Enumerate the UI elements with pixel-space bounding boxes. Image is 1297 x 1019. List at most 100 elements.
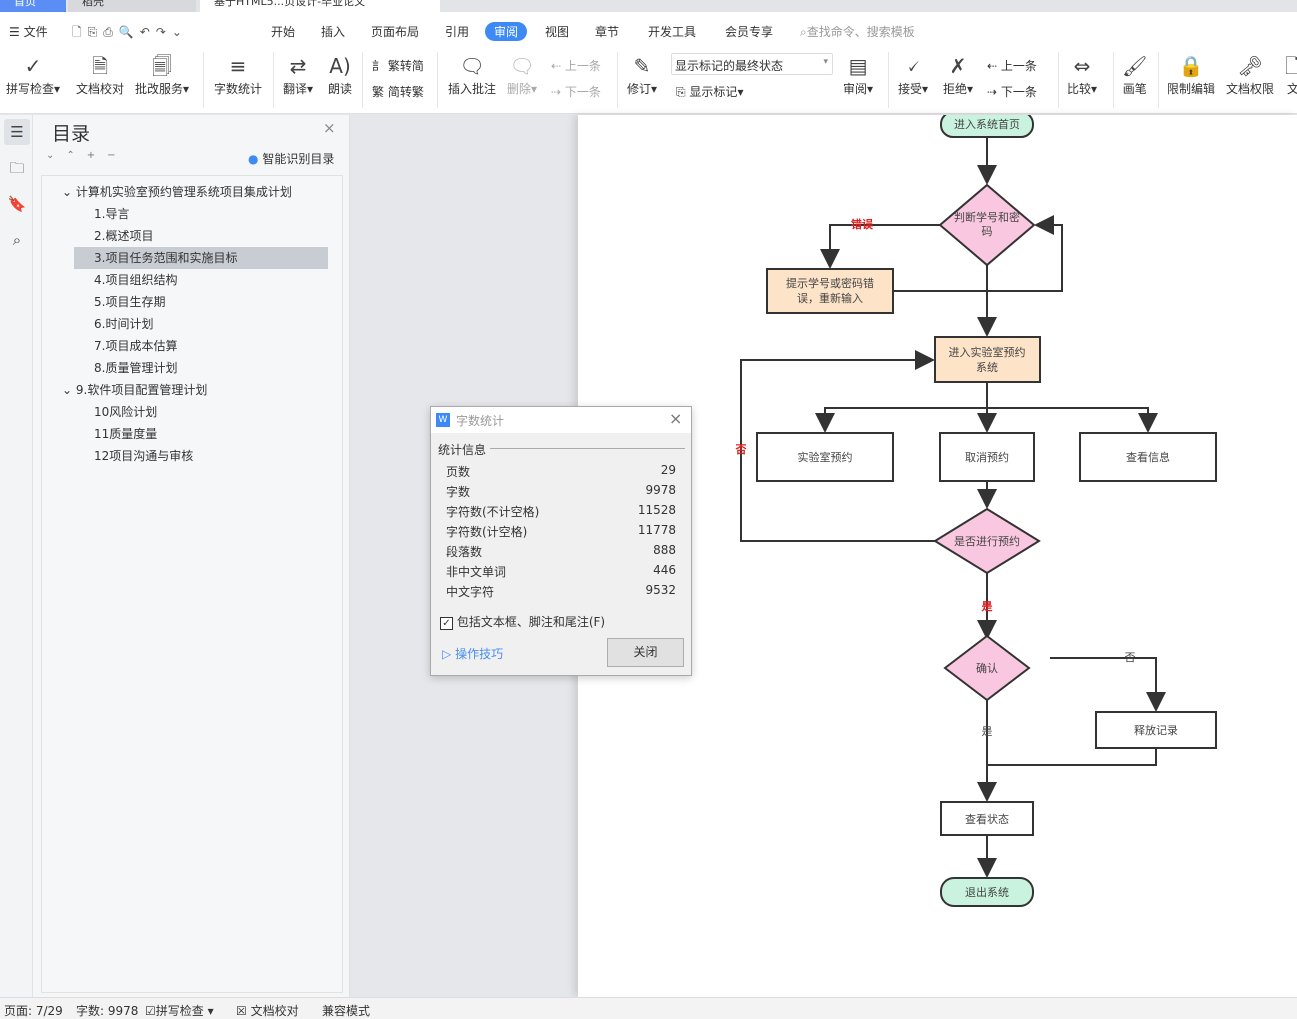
menu-devtools[interactable]: 开发工具 (648, 23, 696, 40)
label: 审阅 (843, 82, 868, 96)
edge-label: 是 (981, 600, 994, 613)
toc-item[interactable]: 10风险计划 (74, 401, 328, 423)
translate-icon: ⇄ (289, 54, 307, 78)
next-change-button[interactable]: ⇢ 下一条 (987, 83, 1037, 100)
toc-item[interactable]: 12项目沟通与审核 (74, 445, 328, 467)
toc-item[interactable]: ⌄ 9.软件项目配置管理计划 (62, 379, 207, 401)
toc-item[interactable]: 2.概述项目 (74, 225, 328, 247)
compare-button[interactable]: ⇔ 比较▾ (1067, 52, 1097, 97)
insert-comment-button[interactable]: 🗨 插入批注 (448, 52, 496, 97)
tab-document[interactable]: 基于HTML5...页设计-毕业论文 (200, 0, 440, 12)
more-button[interactable]: 🗋 文 (1285, 52, 1297, 97)
chevron-down-icon[interactable]: ⌄ (62, 185, 76, 199)
checkbox-checked-icon: ✓ (440, 617, 453, 630)
toc-controls[interactable]: ⌄⌃+− (46, 150, 128, 161)
bookmark-icon[interactable]: 🔖 (4, 191, 30, 217)
markup-state-select[interactable]: 显示标记的最终状态 ▾ (671, 53, 833, 75)
node-label: 确认 (976, 662, 998, 675)
node-label: 释放记录 (1134, 723, 1178, 737)
chevron-down-icon[interactable]: ⌄ (62, 383, 76, 397)
show-markup-button[interactable]: ⎘ 显示标记▾ (676, 83, 743, 100)
page-indicator[interactable]: 页面: 7/29 (4, 1002, 63, 1019)
reject-button[interactable]: ✗ 拒绝▾ (943, 52, 973, 97)
search-icon[interactable]: ⌕ (4, 227, 30, 253)
label: 批改服务 (135, 82, 184, 96)
toc-item[interactable]: ⌄ 计算机实验室预约管理系统项目集成计划 (62, 181, 292, 203)
label: 限制编辑 (1167, 82, 1216, 96)
menu-bar: ☰ 文件 🗋⎘⎙🔍↶↷⌄ 开始 插入 页面布局 引用 审阅 视图 章节 开发工具… (0, 12, 1297, 46)
revise-service-button[interactable]: 🗐 批改服务▾ (135, 52, 189, 97)
stat-value: 11528 (637, 503, 676, 517)
file-label: 文件 (23, 25, 48, 39)
menu-chapter[interactable]: 章节 (595, 23, 619, 40)
toc-item[interactable]: 5.项目生存期 (74, 291, 328, 313)
toc-item[interactable]: 11质量度量 (74, 423, 328, 445)
menu-layout[interactable]: 页面布局 (371, 23, 419, 40)
close-button[interactable]: 关闭 (607, 638, 684, 667)
chapter-nav-icon[interactable]: 🗀 (4, 155, 30, 181)
prev-comment-button[interactable]: ⇠ 上一条 (551, 57, 601, 74)
command-search[interactable]: ⌕查找命令、搜索模板 (800, 23, 915, 40)
toc-list: ⌄ 计算机实验室预约管理系统项目集成计划 1.导言 2.概述项目 3.项目任务范围和实… (41, 175, 343, 993)
spell-check-button[interactable]: ✓ 拼写检查▾ (6, 52, 60, 97)
track-changes-button[interactable]: ✎ 修订▾ (627, 52, 657, 97)
close-icon[interactable]: × (669, 409, 682, 428)
proof-status[interactable]: ☒ 文档校对 (236, 1002, 299, 1019)
prev-change-button[interactable]: ⇠ 上一条 (987, 57, 1037, 74)
close-icon[interactable]: × (323, 119, 336, 137)
toc-item[interactable]: 8.质量管理计划 (74, 357, 328, 379)
menu-view[interactable]: 视图 (545, 23, 569, 40)
proof-button[interactable]: 🗎 文档校对 (76, 52, 124, 97)
spell-check-status[interactable]: ☑拼写检查 ▾ (145, 1002, 214, 1019)
read-aloud-button[interactable]: A) 朗读 (328, 52, 352, 97)
label: 拼写检查 (6, 82, 55, 96)
read-aloud-icon: A) (329, 54, 351, 78)
translate-button[interactable]: ⇄ 翻译▾ (283, 52, 313, 97)
divider (617, 52, 618, 108)
trad-to-simp-button[interactable]: 訁 繁转简 (372, 57, 424, 74)
label: 文档权限 (1226, 82, 1275, 96)
tab-home[interactable]: 首页 (0, 0, 66, 12)
toc-item[interactable]: 3.项目任务范围和实施目标 (74, 247, 328, 269)
simp-to-trad-button[interactable]: 繁 简转繁 (372, 83, 424, 100)
toc-item-label: 1.导言 (94, 207, 130, 221)
review-pane-button[interactable]: ▤ 审阅▾ (843, 52, 873, 97)
label: 文档校对 (250, 1004, 299, 1018)
file-menu[interactable]: ☰ 文件 (9, 23, 48, 40)
delete-comment-button[interactable]: 🗨 删除▾ (507, 52, 537, 97)
label: 翻译 (283, 82, 308, 96)
next-comment-button[interactable]: ⇢ 下一条 (551, 83, 601, 100)
menu-review[interactable]: 审阅 (485, 22, 528, 41)
label: 繁转简 (387, 59, 424, 73)
tips-link[interactable]: ▷ 操作技巧 (442, 645, 503, 662)
menu-insert[interactable]: 插入 (321, 23, 345, 40)
stat-row: 中文字符 9532 (446, 583, 676, 600)
menu-reference[interactable]: 引用 (445, 23, 469, 40)
toc-icon[interactable]: ☰ (4, 119, 30, 145)
stat-value: 446 (653, 563, 676, 577)
include-textbox-checkbox[interactable]: ✓ 包括文本框、脚注和尾注(F) (440, 613, 605, 630)
accept-button[interactable]: 🗸 接受▾ (898, 52, 928, 97)
word-count-indicator[interactable]: 字数: 9978 (76, 1002, 138, 1019)
toc-item[interactable]: 4.项目组织结构 (74, 269, 328, 291)
edge-label: 否 (1125, 651, 1136, 664)
label: 接受 (898, 82, 923, 96)
restrict-edit-button[interactable]: 🔒 限制编辑 (1167, 52, 1215, 97)
pen-button[interactable]: 🖌 画笔 (1122, 52, 1147, 97)
toc-item[interactable]: 6.时间计划 (74, 313, 328, 335)
lock-icon: 🔒 (1178, 54, 1204, 78)
tab-docer[interactable]: 稻壳 (68, 0, 196, 12)
stat-value: 888 (653, 543, 676, 557)
doc-permission-button[interactable]: 🗝 文档权限 (1226, 52, 1274, 97)
divider (888, 52, 889, 108)
wps-logo-icon: W (436, 413, 450, 427)
menu-start[interactable]: 开始 (271, 23, 295, 40)
compare-icon: ⇔ (1073, 54, 1091, 78)
section-label: 统计信息 (438, 443, 487, 457)
toc-item[interactable]: 7.项目成本估算 (74, 335, 328, 357)
menu-member[interactable]: 会员专享 (725, 23, 773, 40)
smart-toc-button[interactable]: ● 智能识别目录 (248, 150, 334, 167)
toc-item[interactable]: 1.导言 (74, 203, 328, 225)
word-count-button[interactable]: ≡ 字数统计 (214, 52, 262, 97)
quick-access-icons[interactable]: 🗋⎘⎙🔍↶↷⌄ (72, 23, 188, 44)
